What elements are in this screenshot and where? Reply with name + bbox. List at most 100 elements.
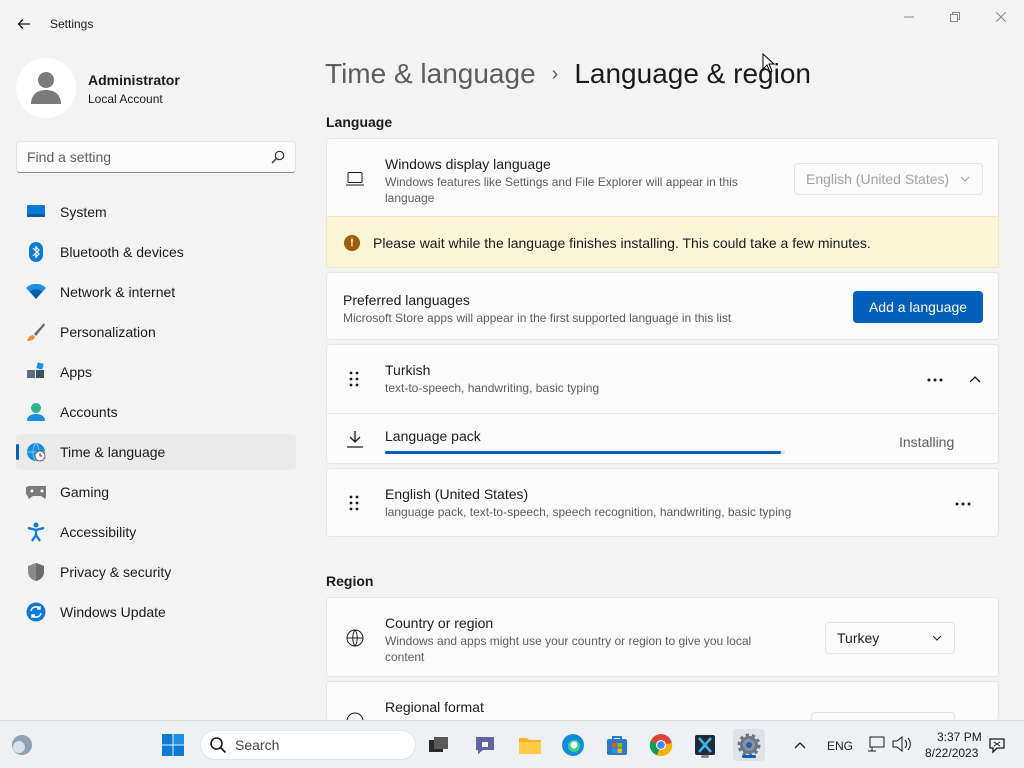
sidebar-item-label: Bluetooth & devices bbox=[60, 244, 184, 260]
accessibility-icon bbox=[26, 522, 46, 542]
clock-time[interactable]: 3:37 PM bbox=[937, 730, 982, 744]
setting-search-box[interactable] bbox=[16, 141, 296, 173]
sidebar-item-label: System bbox=[60, 204, 107, 220]
settings-app-button[interactable] bbox=[733, 729, 765, 761]
language-section-title: Language bbox=[326, 114, 393, 130]
taskbar-search-label: Search bbox=[235, 737, 280, 753]
sidebar-item-personalization[interactable]: Personalization bbox=[16, 314, 296, 350]
language-pack-progress bbox=[385, 451, 785, 454]
language-pack-status: Installing bbox=[899, 434, 955, 450]
breadcrumb-separator: › bbox=[551, 62, 559, 85]
accounts-icon bbox=[26, 402, 46, 422]
notification-bell-icon[interactable] bbox=[988, 736, 1006, 754]
sidebar-item-label: Personalization bbox=[60, 324, 156, 340]
sidebar-item-privacy[interactable]: Privacy & security bbox=[16, 554, 296, 590]
drag-handle-icon[interactable] bbox=[349, 371, 359, 387]
sidebar-item-label: Accessibility bbox=[60, 524, 137, 540]
globe-clock-icon bbox=[26, 442, 46, 462]
country-region-value: Turkey bbox=[837, 630, 880, 646]
chevron-down-icon bbox=[960, 176, 970, 182]
user-name: Administrator bbox=[88, 72, 180, 88]
close-button[interactable] bbox=[986, 6, 1016, 28]
chrome-button[interactable] bbox=[645, 729, 677, 761]
country-region-dropdown[interactable]: Turkey bbox=[825, 622, 955, 654]
widgets-button[interactable] bbox=[6, 729, 38, 761]
sidebar-item-time-language[interactable]: Time & language bbox=[16, 434, 296, 470]
install-warning-bar: ! Please wait while the language finishe… bbox=[326, 216, 999, 268]
input-language-indicator[interactable]: ENG bbox=[827, 739, 853, 753]
chevron-up-icon bbox=[794, 742, 806, 749]
app-x-icon bbox=[695, 735, 715, 755]
sidebar-item-windows-update[interactable]: Windows Update bbox=[16, 594, 296, 630]
region-section-title: Region bbox=[326, 573, 374, 589]
sidebar-item-accounts[interactable]: Accounts bbox=[16, 394, 296, 430]
regional-format-title: Regional format bbox=[385, 699, 484, 715]
edge-button[interactable] bbox=[557, 729, 589, 761]
breadcrumb-parent[interactable]: Time & language bbox=[325, 58, 536, 90]
sidebar-item-label: Time & language bbox=[60, 444, 166, 460]
language-item-english: English (United States) language pack, t… bbox=[326, 468, 999, 537]
sidebar-item-apps[interactable]: Apps bbox=[16, 354, 296, 390]
back-button[interactable] bbox=[10, 10, 38, 38]
sidebar-item-bluetooth[interactable]: Bluetooth & devices bbox=[16, 234, 296, 270]
store-bag-icon bbox=[607, 736, 627, 755]
search-input[interactable] bbox=[17, 142, 257, 172]
sidebar-item-label: Apps bbox=[60, 364, 92, 380]
gear-icon bbox=[737, 733, 761, 757]
running-indicator bbox=[742, 755, 756, 758]
sidebar-item-label: Network & internet bbox=[60, 284, 176, 300]
store-button[interactable] bbox=[601, 729, 633, 761]
sidebar-item-accessibility[interactable]: Accessibility bbox=[16, 514, 296, 550]
chevron-up-icon[interactable] bbox=[969, 375, 981, 383]
restore-icon bbox=[950, 12, 960, 22]
more-options-icon[interactable] bbox=[927, 378, 943, 382]
shield-icon bbox=[26, 562, 46, 582]
folder-icon bbox=[519, 738, 541, 754]
add-language-button[interactable]: Add a language bbox=[853, 291, 983, 323]
start-button[interactable] bbox=[157, 729, 189, 761]
taskbar: Search ENG 3:37 PM 8/22/2023 bbox=[0, 720, 1024, 768]
regional-format-dropdown[interactable] bbox=[811, 712, 955, 720]
chevron-down-icon bbox=[932, 635, 942, 641]
download-icon bbox=[347, 431, 363, 448]
system-icon bbox=[26, 202, 46, 222]
search-icon[interactable] bbox=[271, 150, 285, 164]
language-features: language pack, text-to-speech, speech re… bbox=[385, 505, 792, 519]
language-features: text-to-speech, handwriting, basic typin… bbox=[385, 381, 600, 395]
restore-button[interactable] bbox=[940, 6, 970, 28]
brush-icon bbox=[26, 322, 46, 342]
minimize-button[interactable] bbox=[894, 6, 924, 28]
clock-date[interactable]: 8/22/2023 bbox=[925, 746, 978, 760]
language-name: Turkish bbox=[385, 362, 431, 378]
display-language-description: Windows features like Settings and File … bbox=[385, 175, 738, 205]
more-options-icon[interactable] bbox=[955, 502, 971, 506]
warning-icon: ! bbox=[344, 235, 360, 251]
language-name: English (United States) bbox=[385, 486, 529, 502]
preferred-languages-description: Microsoft Store apps will appear in the … bbox=[343, 311, 732, 325]
drag-handle-icon[interactable] bbox=[349, 495, 359, 511]
task-view-button[interactable] bbox=[423, 729, 455, 761]
mouse-cursor-icon bbox=[762, 53, 776, 73]
windows-logo-icon bbox=[162, 734, 184, 756]
app-title: Settings bbox=[50, 17, 94, 31]
network-icon[interactable] bbox=[867, 736, 885, 752]
bluetooth-icon bbox=[26, 242, 46, 262]
language-item-turkish: Turkish text-to-speech, handwriting, bas… bbox=[326, 344, 999, 464]
sidebar-item-system[interactable]: System bbox=[16, 194, 296, 230]
volume-icon[interactable] bbox=[892, 736, 912, 752]
apps-icon bbox=[26, 362, 46, 382]
display-language-dropdown[interactable]: English (United States) bbox=[794, 163, 983, 195]
language-pack-row: Language pack Installing bbox=[327, 414, 998, 464]
sidebar-item-gaming[interactable]: Gaming bbox=[16, 474, 296, 510]
taskbar-search[interactable]: Search bbox=[200, 730, 416, 760]
regional-format-icon bbox=[346, 712, 364, 720]
teams-button[interactable] bbox=[469, 729, 501, 761]
app-button[interactable] bbox=[689, 729, 721, 761]
file-explorer-button[interactable] bbox=[514, 729, 546, 761]
sidebar-item-network[interactable]: Network & internet bbox=[16, 274, 296, 310]
avatar[interactable] bbox=[16, 58, 76, 118]
back-arrow-icon bbox=[17, 19, 30, 29]
show-hidden-icons-button[interactable] bbox=[784, 729, 816, 761]
sidebar-nav: System Bluetooth & devices Network & int… bbox=[16, 194, 296, 634]
user-avatar-icon bbox=[31, 72, 61, 104]
